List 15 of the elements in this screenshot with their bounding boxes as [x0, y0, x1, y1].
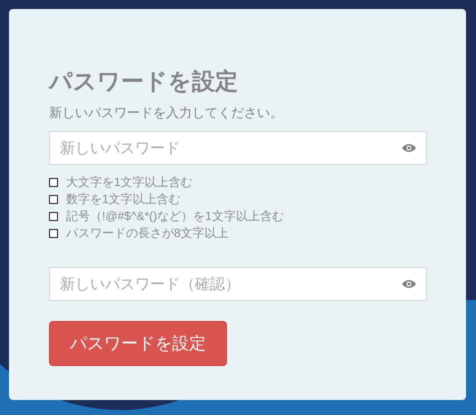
instruction-text: 新しいパスワードを入力してください。 [49, 104, 284, 122]
page-title: パスワードを設定 [49, 67, 239, 96]
requirement-text: 記号（!@#$^&*()など）を1文字以上含む [66, 208, 284, 225]
checkbox[interactable] [49, 212, 58, 221]
requirement-text: パスワードの長さが8文字以上 [66, 225, 229, 242]
checkbox[interactable] [49, 229, 58, 238]
requirement-text: 大文字を1文字以上含む [66, 174, 193, 191]
requirement-text: 数字を1文字以上含む [66, 191, 181, 208]
checkbox[interactable] [49, 178, 58, 187]
checkbox[interactable] [49, 195, 58, 204]
password-field[interactable]: 新しいパスワード [49, 131, 427, 165]
set-password-button[interactable]: パスワードを設定 [49, 321, 227, 366]
eye-icon[interactable] [402, 143, 416, 153]
eye-icon[interactable] [402, 279, 416, 289]
confirm-password-field[interactable]: 新しいパスワード（確認） [49, 267, 427, 301]
